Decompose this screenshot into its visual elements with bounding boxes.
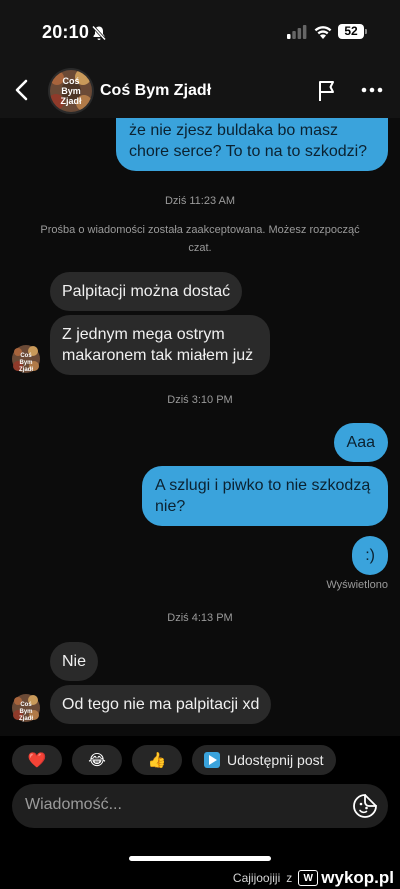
message-outgoing[interactable]: :): [352, 536, 388, 575]
watermark-user: Cajijoojiji: [232, 871, 281, 885]
quick-reactions-bar: ❤️ 😂 👍 Udostępnij post: [0, 736, 400, 784]
message-text: A szlugi i piwko to nie szkodzą nie?: [155, 477, 371, 515]
avatar-text-2: Bym: [61, 86, 81, 96]
system-note: Prośba o wiadomości została zaakceptowan…: [40, 224, 360, 254]
timestamp: Dziś 3:10 PM: [167, 394, 233, 406]
sender-avatar[interactable]: Coś Bym Zjadł: [12, 694, 40, 722]
timestamp: Dziś 11:23 AM: [164, 195, 236, 207]
flag-icon[interactable]: [316, 79, 338, 103]
message-text: Z jednym mega ostrym makaronem tak miałe…: [62, 326, 254, 364]
header-avatar[interactable]: Coś Bym Zjadł: [48, 68, 94, 114]
message-outgoing[interactable]: A szlugi i piwko to nie szkodzą nie?: [142, 466, 388, 526]
message-input[interactable]: Wiadomość...: [25, 796, 325, 814]
message-text: nejto. Bo nie rozumiem. Mówisz że nie zj…: [129, 122, 368, 160]
share-post-label: Udostępnij post: [227, 752, 324, 768]
more-icon[interactable]: [360, 80, 384, 100]
heart-icon: ❤️: [27, 752, 47, 769]
thumbs-up-reaction-button[interactable]: 👍: [132, 745, 182, 775]
status-time: 20:10: [42, 22, 90, 42]
battery-icon: 52: [338, 24, 364, 39]
watermark: Cajijoojiji z W wykop.pl: [233, 868, 394, 888]
message-text: :): [365, 547, 375, 564]
battery-nub: [365, 29, 367, 34]
avatar-text-2: Bym: [19, 709, 32, 715]
thumbs-up-icon: 👍: [147, 752, 167, 769]
message-thread[interactable]: nejto. Bo nie rozumiem. Mówisz że nie zj…: [0, 118, 400, 736]
signal-icon: [287, 25, 307, 39]
message-outgoing[interactable]: nejto. Bo nie rozumiem. Mówisz że nie zj…: [116, 118, 388, 171]
wifi-icon: [314, 26, 332, 39]
battery-level: 52: [344, 24, 358, 38]
laugh-reaction-button[interactable]: 😂: [72, 745, 122, 775]
bell-slash-icon: [91, 25, 107, 41]
share-post-button[interactable]: Udostępnij post: [192, 745, 336, 775]
message-text: Od tego nie ma palpitacji xd: [62, 696, 260, 713]
message-text: Palpitacji można dostać: [62, 283, 231, 300]
avatar-text-3: Zjadł: [19, 716, 33, 722]
watermark-sep: z: [286, 871, 293, 885]
message-incoming[interactable]: Z jednym mega ostrym makaronem tak miałe…: [50, 315, 270, 375]
avatar-text-2: Bym: [19, 360, 32, 366]
back-icon[interactable]: [12, 78, 32, 102]
avatar-text-3: Zjadł: [60, 96, 82, 106]
watermark-site: wykop.pl: [321, 868, 394, 887]
chat-title[interactable]: Coś Bym Zjadł: [100, 82, 211, 100]
chat-header: Coś Bym Zjadł Coś Bym Zjadł: [0, 62, 400, 118]
sticker-icon[interactable]: [352, 793, 378, 819]
avatar-text-1: Coś: [20, 353, 32, 359]
status-bar: 20:10 52: [0, 0, 400, 62]
message-composer[interactable]: Wiadomość...: [12, 784, 388, 828]
sender-avatar[interactable]: Coś Bym Zjadł: [12, 345, 40, 373]
message-outgoing[interactable]: Aaa: [333, 423, 388, 462]
avatar-text-3: Zjadł: [19, 367, 33, 373]
timestamp: Dziś 4:13 PM: [167, 612, 233, 624]
play-icon: [204, 752, 220, 768]
avatar-text-1: Coś: [20, 702, 32, 708]
wykop-badge-icon: W: [298, 870, 319, 886]
seen-receipt: Wyświetlono: [326, 579, 388, 591]
message-incoming[interactable]: Nie: [50, 642, 99, 681]
laughing-face-icon: 😂: [88, 752, 106, 769]
home-indicator: [129, 856, 271, 861]
wykop-logo: W wykop.pl: [298, 868, 394, 888]
heart-reaction-button[interactable]: ❤️: [12, 745, 62, 775]
message-text: Aaa: [346, 434, 375, 451]
message-text: Nie: [62, 653, 87, 670]
message-incoming[interactable]: Palpitacji można dostać: [50, 272, 243, 311]
message-incoming[interactable]: Od tego nie ma palpitacji xd: [50, 685, 272, 724]
avatar-text-1: Coś: [62, 76, 79, 86]
